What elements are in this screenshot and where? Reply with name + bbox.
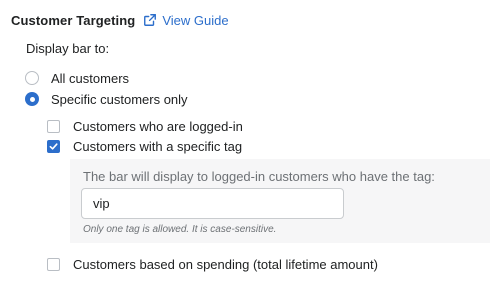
checkmark-icon — [49, 142, 58, 150]
section-title: Customer Targeting — [11, 12, 136, 28]
display-bar-label: Display bar to: — [26, 41, 110, 56]
tag-field-label: The bar will display to logged-in custom… — [83, 169, 435, 184]
tag-help-text: Only one tag is allowed. It is case-sens… — [83, 224, 277, 235]
radio-specific-customers[interactable]: Specific customers only — [25, 91, 188, 107]
radio-all-customers[interactable]: All customers — [25, 70, 129, 86]
radio-label: All customers — [51, 70, 130, 86]
radio-button-selected[interactable] — [25, 92, 39, 106]
checkbox-spending[interactable]: Customers based on spending (total lifet… — [47, 256, 378, 272]
checkbox-checked[interactable] — [47, 139, 60, 153]
external-link-icon — [144, 14, 157, 26]
checkbox-label: Customers based on spending (total lifet… — [73, 256, 378, 272]
checkbox-specific-tag[interactable]: Customers with a specific tag — [47, 138, 242, 154]
radio-label: Specific customers only — [51, 91, 188, 107]
tag-settings-panel: The bar will display to logged-in custom… — [70, 159, 490, 243]
customer-targeting-section: Customer Targeting View Guide Display ba… — [0, 0, 503, 288]
checkbox-logged-in[interactable]: Customers who are logged-in — [47, 118, 243, 134]
checkbox[interactable] — [47, 257, 60, 271]
checkbox-label: Customers who are logged-in — [73, 118, 243, 134]
view-guide-label: View Guide — [162, 12, 229, 28]
view-guide-link[interactable]: View Guide — [143, 12, 229, 28]
checkbox-label: Customers with a specific tag — [73, 138, 243, 154]
radio-button[interactable] — [25, 71, 39, 85]
checkbox[interactable] — [47, 119, 60, 133]
section-header: Customer Targeting View Guide — [11, 11, 229, 29]
tag-input[interactable] — [81, 188, 344, 219]
